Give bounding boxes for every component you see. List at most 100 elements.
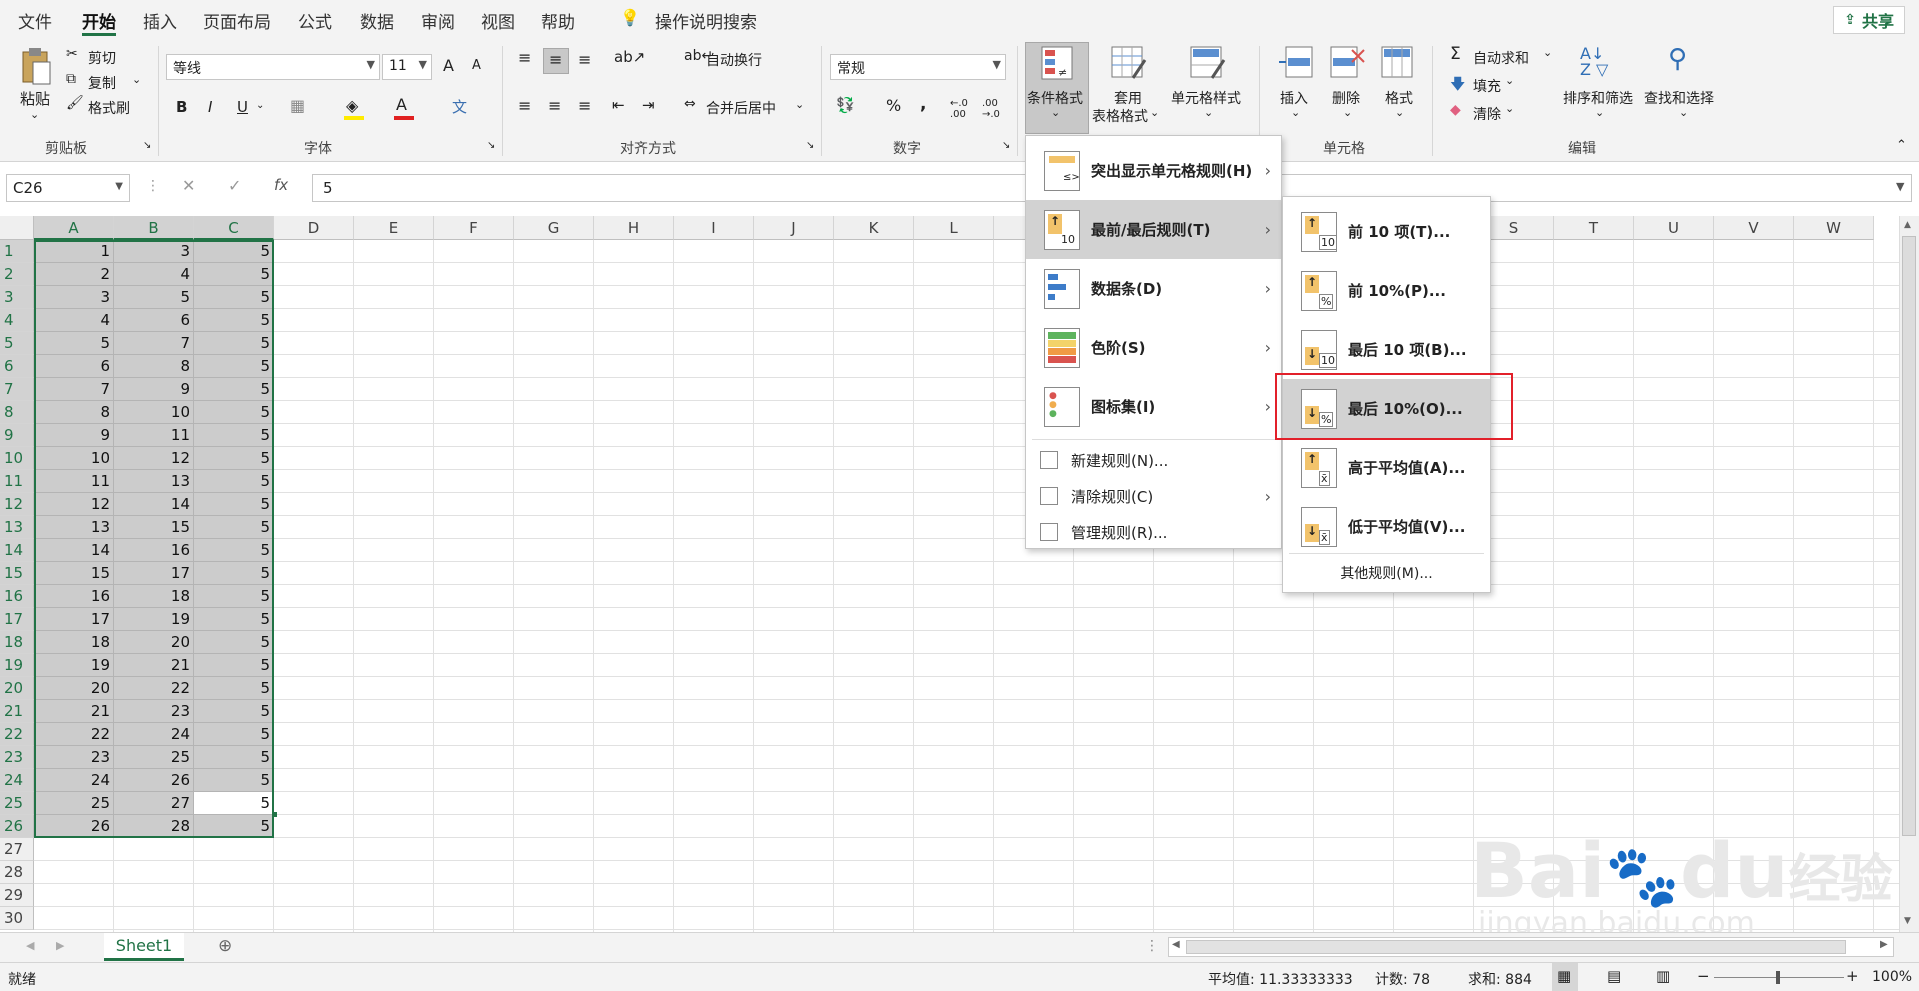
format-as-table-label-2[interactable]: 表格格式 [1092,106,1148,126]
column-header[interactable]: I [674,216,754,240]
tab-review[interactable]: 审阅 [421,8,455,33]
cell-value[interactable]: 5 [194,378,274,401]
chevron-down-icon[interactable]: ⌄ [1505,74,1514,87]
cell-value[interactable]: 5 [194,746,274,769]
cell-value[interactable]: 5 [194,424,274,447]
align-bottom-icon[interactable]: ≡ [578,50,591,69]
column-header[interactable]: D [274,216,354,240]
menu-item-color-scales[interactable]: 色阶(S) › [1026,318,1281,377]
cell-value[interactable]: 27 [114,792,194,815]
chevron-down-icon[interactable]: ⌄ [256,100,264,111]
cell-value[interactable]: 12 [114,447,194,470]
cell-value[interactable]: 13 [34,516,114,539]
cell-value[interactable]: 5 [194,493,274,516]
name-box[interactable]: C26 ▼ [6,174,130,202]
cell-value[interactable]: 5 [194,815,274,838]
align-top-icon[interactable]: ≡ [518,48,531,67]
cell-value[interactable]: 12 [34,493,114,516]
tab-view[interactable]: 视图 [481,8,515,33]
cut-button[interactable]: 剪切 [88,48,116,68]
cell-value[interactable]: 5 [194,585,274,608]
format-as-table-label-1[interactable]: 套用 [1114,88,1142,108]
paste-button[interactable]: 粘贴 [20,88,50,109]
cell-value[interactable]: 26 [34,815,114,838]
share-button[interactable]: ⇪ 共享 [1833,6,1905,34]
cell-value[interactable]: 5 [194,539,274,562]
cell-value[interactable]: 14 [34,539,114,562]
insert-cells-button[interactable]: 插入 [1280,88,1308,108]
chevron-down-icon[interactable]: ⌄ [1543,46,1552,59]
column-header[interactable]: B [114,216,194,240]
column-header[interactable]: C [194,216,274,240]
add-sheet-icon[interactable]: ⊕ [218,936,232,956]
row-header[interactable]: 15 [0,562,34,585]
paste-dropdown-icon[interactable]: ⌄ [30,108,39,121]
cell-value[interactable]: 8 [34,401,114,424]
cell-value[interactable]: 5 [194,792,274,815]
tab-data[interactable]: 数据 [360,8,394,33]
cell-value[interactable]: 17 [34,608,114,631]
column-header[interactable]: G [514,216,594,240]
chevron-down-icon[interactable]: ⌄ [795,98,804,111]
menu-item-icon-sets[interactable]: ● ● ● 图标集(I) › [1026,377,1281,436]
menu-item-top-10-percent[interactable]: ↑% 前 10%(P)... [1283,261,1490,320]
row-header[interactable]: 14 [0,539,34,562]
bold-button[interactable]: B [176,98,187,116]
cell-value[interactable]: 13 [114,470,194,493]
cell-value[interactable]: 20 [34,677,114,700]
decrease-indent-icon[interactable]: ⇤ [612,96,625,114]
sheet-tab-sheet1[interactable]: Sheet1 [104,933,184,961]
cell-value[interactable]: 24 [34,769,114,792]
row-header[interactable]: 22 [0,723,34,746]
cell-value[interactable]: 5 [34,332,114,355]
copy-dropdown-icon[interactable]: ⌄ [132,73,141,86]
cell-value[interactable]: 15 [34,562,114,585]
row-header[interactable]: 24 [0,769,34,792]
cell-value[interactable]: 11 [114,424,194,447]
column-header[interactable]: F [434,216,514,240]
cell-value[interactable]: 10 [114,401,194,424]
clear-button[interactable]: 清除 [1473,104,1501,124]
cell-value[interactable]: 4 [114,263,194,286]
cell-value[interactable]: 5 [194,401,274,424]
menu-item-data-bars[interactable]: 数据条(D) › [1026,259,1281,318]
copy-button[interactable]: 复制 [88,73,116,93]
row-header[interactable]: 4 [0,309,34,332]
cancel-icon[interactable]: ✕ [182,176,195,195]
row-header[interactable]: 30 [0,907,34,930]
cell-value[interactable]: 4 [34,309,114,332]
scroll-up-icon[interactable]: ▲ [1904,220,1911,230]
row-header[interactable]: 19 [0,654,34,677]
shrink-font-button[interactable]: A [472,58,481,73]
cell-value[interactable]: 17 [114,562,194,585]
row-header[interactable]: 7 [0,378,34,401]
align-left-icon[interactable]: ≡ [518,96,531,115]
cell-value[interactable]: 5 [194,355,274,378]
cell-value[interactable]: 22 [114,677,194,700]
worksheet-grid[interactable]: ABCDEFGHIJKLMNOPQRSTUVW 1234567891011121… [0,216,1919,941]
cell-value[interactable]: 5 [194,700,274,723]
cell-value[interactable]: 20 [114,631,194,654]
cell-value[interactable]: 5 [194,240,274,263]
cell-value[interactable]: 5 [194,769,274,792]
cell-value[interactable]: 11 [34,470,114,493]
fill-button[interactable]: 填充 [1473,76,1501,96]
format-cells-button[interactable]: 格式 [1385,88,1413,108]
grow-font-button[interactable]: A [443,56,454,75]
cell-value[interactable]: 19 [34,654,114,677]
menu-item-above-average[interactable]: ↑ x̄ 高于平均值(A)... [1283,438,1490,497]
page-break-view-icon[interactable]: ▥ [1656,967,1670,985]
align-right-icon[interactable]: ≡ [578,96,591,115]
row-header[interactable]: 1 [0,240,34,263]
decrease-decimal-icon[interactable]: .00 →.0 [982,98,1000,120]
row-header[interactable]: 8 [0,401,34,424]
chevron-down-icon[interactable]: ⌄ [1505,102,1514,115]
cell-value[interactable]: 5 [194,470,274,493]
number-format-combo[interactable]: 常规 ▼ [830,54,1006,80]
autosum-button[interactable]: 自动求和 [1473,48,1529,68]
tell-me-search[interactable]: 操作说明搜索 [655,8,757,33]
cell-value[interactable]: 5 [194,309,274,332]
cell-value[interactable]: 5 [194,631,274,654]
dialog-launcher-icon[interactable]: ↘ [487,140,495,151]
find-select-button[interactable]: 查找和选择 [1644,88,1714,108]
